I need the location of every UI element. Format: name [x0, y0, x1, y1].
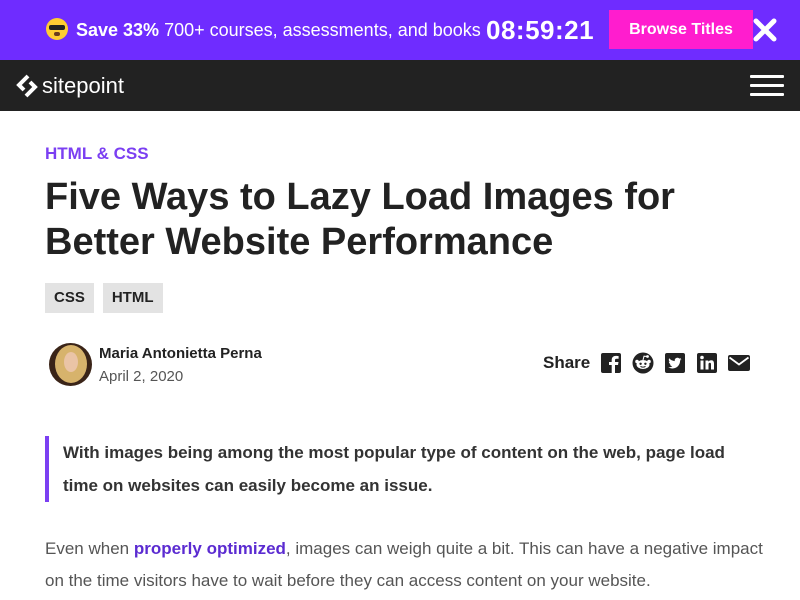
- promo-description: 700+ courses, assessments, and books: [159, 20, 481, 40]
- sitepoint-logo-icon: [16, 74, 38, 98]
- publish-date: April 2, 2020: [99, 368, 184, 385]
- promo-highlight: Save 33%: [76, 20, 160, 40]
- tag-html[interactable]: HTML: [102, 283, 163, 313]
- share-label: Share: [543, 353, 591, 372]
- close-icon[interactable]: [752, 17, 778, 43]
- avatar[interactable]: [49, 343, 92, 386]
- tag-list: CSS HTML: [45, 283, 172, 313]
- reddit-icon[interactable]: [631, 352, 655, 374]
- browse-titles-button[interactable]: Browse Titles: [609, 10, 753, 49]
- share-bar: Share: [543, 352, 751, 374]
- article-body-paragraph: Even when properly optimized, images can…: [45, 533, 765, 597]
- logo-text: sitepoint: [42, 73, 124, 98]
- article-intro: With images being among the most popular…: [45, 436, 755, 502]
- countdown-timer: 08:59:21: [486, 15, 595, 45]
- author-block: Maria Antonietta Perna April 2, 2020: [49, 343, 262, 387]
- intro-text: With images being among the most popular…: [63, 443, 725, 495]
- article-category[interactable]: HTML & CSS: [45, 144, 149, 164]
- sitepoint-logo[interactable]: sitepoint: [16, 73, 124, 99]
- article-title: Five Ways to Lazy Load Images for Better…: [45, 176, 675, 263]
- tag-css[interactable]: CSS: [45, 283, 94, 313]
- linkedin-icon[interactable]: [695, 352, 719, 374]
- promo-text: Save 33% 700+ courses, assessments, and …: [76, 19, 481, 41]
- author-info: Maria Antonietta Perna April 2, 2020: [99, 343, 262, 387]
- hamburger-menu-icon[interactable]: [750, 73, 784, 97]
- properly-optimized-link[interactable]: properly optimized: [134, 539, 286, 558]
- twitter-icon[interactable]: [663, 352, 687, 374]
- author-name[interactable]: Maria Antonietta Perna: [99, 344, 262, 364]
- body-text-start: Even when: [45, 539, 134, 558]
- promo-banner: Save 33% 700+ courses, assessments, and …: [0, 0, 800, 60]
- email-icon[interactable]: [727, 352, 751, 374]
- site-header: sitepoint: [0, 60, 800, 111]
- facebook-icon[interactable]: [599, 352, 623, 374]
- sunglasses-face-icon: [46, 18, 68, 40]
